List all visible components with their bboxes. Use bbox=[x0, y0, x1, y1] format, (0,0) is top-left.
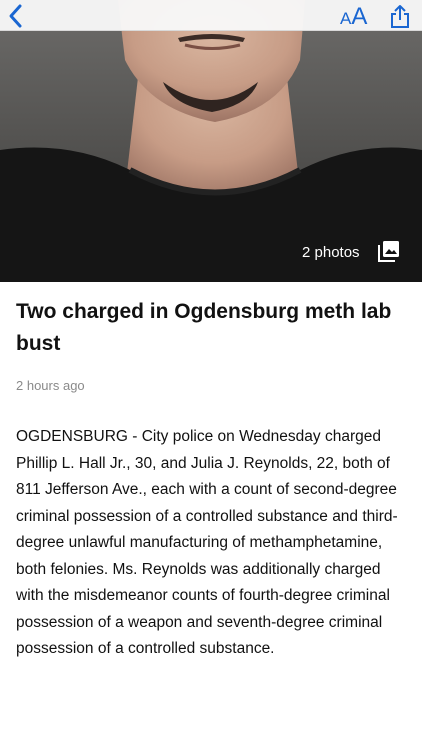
chevron-left-icon bbox=[9, 4, 22, 28]
article-body: OGDENSBURG - City police on Wednesday ch… bbox=[16, 428, 398, 657]
back-button[interactable] bbox=[6, 3, 28, 29]
photo-gallery-icon[interactable] bbox=[378, 240, 400, 262]
text-size-small-glyph: A bbox=[340, 9, 352, 28]
share-icon bbox=[391, 5, 409, 28]
article-timestamp: 2 hours ago bbox=[16, 378, 85, 393]
text-size-button[interactable]: AA bbox=[340, 3, 374, 30]
text-size-large-glyph: A bbox=[351, 3, 368, 30]
share-button[interactable] bbox=[388, 3, 412, 29]
article-headline: Two charged in Ogdensburg meth lab bust bbox=[16, 300, 392, 355]
photo-count-label[interactable]: 2 photos bbox=[302, 244, 360, 261]
mugshot-photo bbox=[0, 0, 422, 282]
top-toolbar: AA bbox=[0, 0, 422, 31]
hero-image[interactable]: 2 photos bbox=[0, 0, 422, 282]
